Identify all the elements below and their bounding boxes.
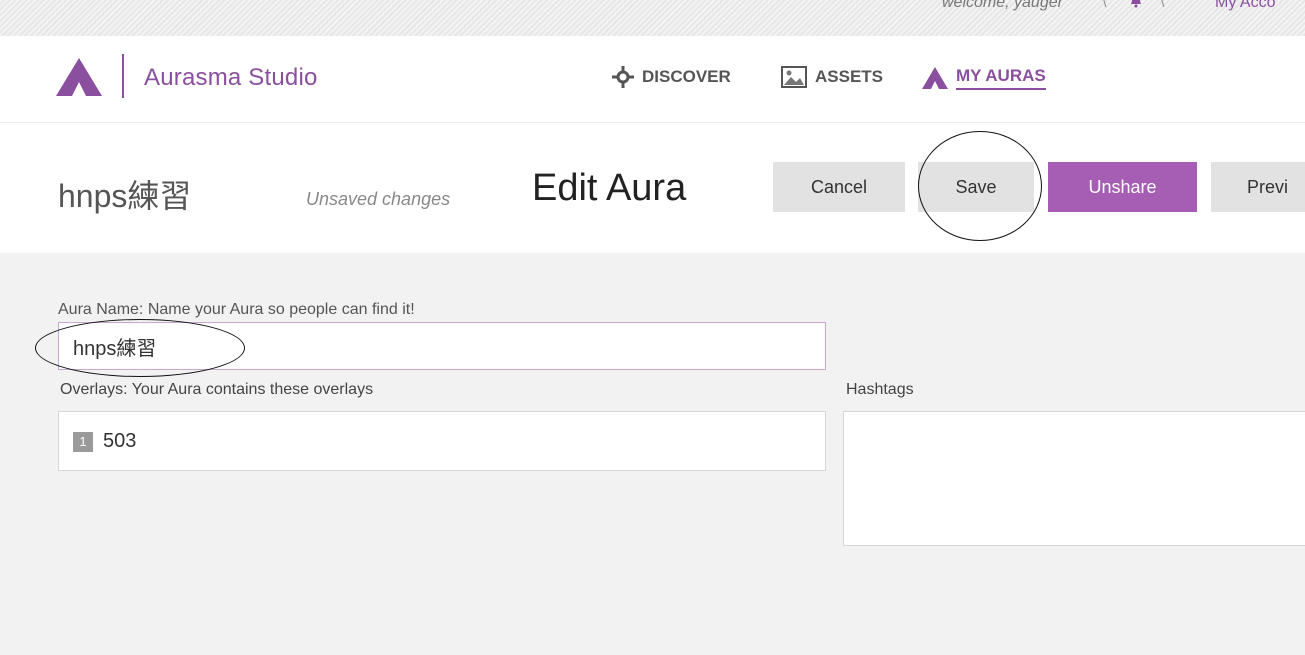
logo-divider [122,54,124,98]
hashtags-field[interactable] [843,411,1305,546]
bell-icon[interactable] [1129,0,1143,8]
separator: \ [1102,0,1107,11]
save-button[interactable]: Save [918,162,1034,212]
aura-name-input[interactable] [58,322,826,370]
unshare-button[interactable]: Unshare [1048,162,1197,212]
overlay-name: 503 [103,430,137,452]
nav-my-auras-label: MY AURAS [956,66,1046,90]
aura-title: hnps練習 [58,178,192,214]
nav-assets[interactable]: ASSETS [781,66,883,88]
welcome-text: welcome, yauger [942,0,1063,11]
overlays-list: 1 503 [58,411,826,471]
preview-button[interactable]: Previ [1211,162,1305,212]
aura-name-label: Aura Name: Name your Aura so people can … [58,301,415,318]
aura-logo-icon [922,67,948,89]
overlays-label: Overlays: Your Aura contains these overl… [60,381,374,398]
nav-discover[interactable]: DISCOVER [612,66,731,88]
edit-form: Aura Name: Name your Aura so people can … [0,253,1305,655]
nav-my-auras[interactable]: MY AURAS [922,66,1046,90]
overlay-index-badge: 1 [73,431,93,452]
hashtags-label: Hashtags [846,381,914,398]
aurasma-logo-icon[interactable] [56,58,102,96]
image-icon [781,66,807,88]
list-item[interactable]: 1 503 [73,430,136,453]
top-account-bar: welcome, yauger \ \ My Acco [0,0,1305,36]
my-account-link[interactable]: My Acco [1215,0,1275,12]
nav-assets-label: ASSETS [815,67,884,86]
aura-title-bar: hnps練習 Unsaved changes Edit Aura Cancel … [0,123,1305,253]
main-header: Aurasma Studio DISCOVER ASSETS MY AURAS [0,36,1305,123]
nav-discover-label: DISCOVER [642,67,731,86]
separator: \ [1160,0,1165,11]
cancel-button[interactable]: Cancel [773,162,905,212]
discover-icon [612,66,634,88]
brand-name[interactable]: Aurasma Studio [144,64,318,92]
page-title: Edit Aura [532,167,687,209]
unsaved-status: Unsaved changes [306,189,451,209]
